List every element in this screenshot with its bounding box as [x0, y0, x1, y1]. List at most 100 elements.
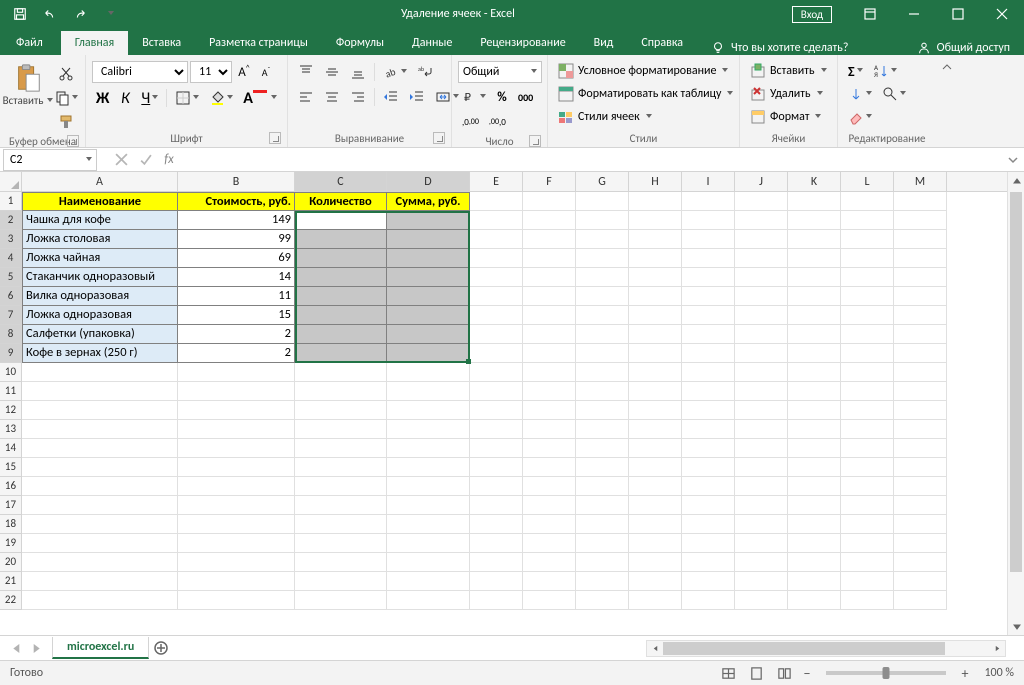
cell[interactable]: [682, 192, 735, 211]
cell[interactable]: Чашка для кофе: [22, 211, 178, 230]
cell[interactable]: [470, 230, 523, 249]
cell[interactable]: [470, 553, 523, 572]
cell[interactable]: [894, 192, 947, 211]
cell[interactable]: Количество: [295, 192, 387, 211]
cell[interactable]: [841, 534, 894, 553]
cell[interactable]: [295, 439, 387, 458]
row-header-17[interactable]: 17: [0, 496, 22, 515]
zoom-value[interactable]: 100 %: [974, 666, 1024, 680]
cell[interactable]: [735, 344, 788, 363]
cell[interactable]: [523, 420, 576, 439]
cell[interactable]: [735, 496, 788, 515]
cell[interactable]: [682, 363, 735, 382]
cell[interactable]: [576, 572, 629, 591]
cell[interactable]: [894, 382, 947, 401]
cell[interactable]: [682, 382, 735, 401]
cell[interactable]: [682, 249, 735, 268]
cell[interactable]: 11: [178, 287, 295, 306]
cell[interactable]: [841, 325, 894, 344]
row-header-20[interactable]: 20: [0, 553, 22, 572]
cell[interactable]: [682, 477, 735, 496]
cell[interactable]: [576, 553, 629, 572]
cell[interactable]: [387, 249, 470, 268]
cell[interactable]: [629, 439, 682, 458]
cell[interactable]: [295, 591, 387, 610]
ribbon-display-icon[interactable]: [848, 0, 892, 28]
row-header-12[interactable]: 12: [0, 401, 22, 420]
cell[interactable]: [629, 344, 682, 363]
cell[interactable]: Наименование: [22, 192, 178, 211]
row-header-13[interactable]: 13: [0, 420, 22, 439]
cell[interactable]: [841, 344, 894, 363]
row-header-5[interactable]: 5: [0, 268, 22, 287]
scroll-down-icon[interactable]: [1008, 618, 1024, 635]
number-format-combo[interactable]: Общий: [458, 61, 542, 83]
cell[interactable]: [576, 382, 629, 401]
cell[interactable]: Стаканчик одноразовый: [22, 268, 178, 287]
cell[interactable]: 15: [178, 306, 295, 325]
cell[interactable]: [470, 363, 523, 382]
cell[interactable]: [629, 192, 682, 211]
tab-help[interactable]: Справка: [627, 31, 697, 55]
cell[interactable]: [295, 382, 387, 401]
cell[interactable]: [295, 230, 387, 249]
cell[interactable]: [788, 477, 841, 496]
cell[interactable]: [576, 496, 629, 515]
font-name-combo[interactable]: Calibri: [92, 61, 188, 83]
cell[interactable]: [576, 325, 629, 344]
row-header-7[interactable]: 7: [0, 306, 22, 325]
minimize-icon[interactable]: [892, 0, 936, 28]
col-header-H[interactable]: H: [629, 172, 682, 191]
format-cells-button[interactable]: Формат: [746, 106, 838, 128]
cell[interactable]: [178, 534, 295, 553]
enter-formula-icon[interactable]: [133, 149, 157, 171]
delete-cells-button[interactable]: Удалить: [746, 83, 838, 105]
font-launcher[interactable]: [269, 132, 281, 144]
cell[interactable]: Вилка одноразовая: [22, 287, 178, 306]
cell[interactable]: [470, 401, 523, 420]
cell[interactable]: [523, 591, 576, 610]
increase-indent-button[interactable]: [405, 86, 429, 108]
cell[interactable]: Ложка чайная: [22, 249, 178, 268]
cell[interactable]: [841, 363, 894, 382]
cell[interactable]: [841, 306, 894, 325]
horizontal-scrollbar[interactable]: [646, 640, 1006, 657]
cell[interactable]: [682, 420, 735, 439]
decrease-decimal-button[interactable]: ,00,0: [485, 111, 510, 133]
cell[interactable]: [894, 230, 947, 249]
cell[interactable]: [788, 230, 841, 249]
cell[interactable]: [788, 306, 841, 325]
tab-file[interactable]: Файл: [0, 31, 61, 55]
cell[interactable]: [735, 458, 788, 477]
autosum-button[interactable]: Σ: [844, 60, 867, 82]
fill-color-button[interactable]: [205, 87, 237, 109]
col-header-F[interactable]: F: [523, 172, 576, 191]
cell[interactable]: [470, 515, 523, 534]
cell[interactable]: [22, 439, 178, 458]
cell[interactable]: [295, 401, 387, 420]
row-header-4[interactable]: 4: [0, 249, 22, 268]
cell[interactable]: [629, 268, 682, 287]
cell[interactable]: [682, 534, 735, 553]
cell[interactable]: [841, 553, 894, 572]
bold-button[interactable]: Ж: [92, 87, 113, 109]
cell[interactable]: Кофе в зернах (250 г): [22, 344, 178, 363]
cell[interactable]: [894, 249, 947, 268]
cell[interactable]: [576, 344, 629, 363]
cell[interactable]: [894, 534, 947, 553]
row-header-10[interactable]: 10: [0, 363, 22, 382]
cell[interactable]: [178, 477, 295, 496]
name-box[interactable]: C2: [3, 149, 97, 171]
cell[interactable]: [629, 591, 682, 610]
cell[interactable]: [788, 572, 841, 591]
row-header-1[interactable]: 1: [0, 192, 22, 211]
number-launcher[interactable]: [529, 135, 541, 147]
tab-view[interactable]: Вид: [580, 31, 628, 55]
cell[interactable]: [22, 515, 178, 534]
cell[interactable]: [682, 344, 735, 363]
cell[interactable]: [576, 249, 629, 268]
cell[interactable]: [387, 477, 470, 496]
cell[interactable]: [735, 192, 788, 211]
cell[interactable]: [682, 306, 735, 325]
cell[interactable]: [788, 344, 841, 363]
